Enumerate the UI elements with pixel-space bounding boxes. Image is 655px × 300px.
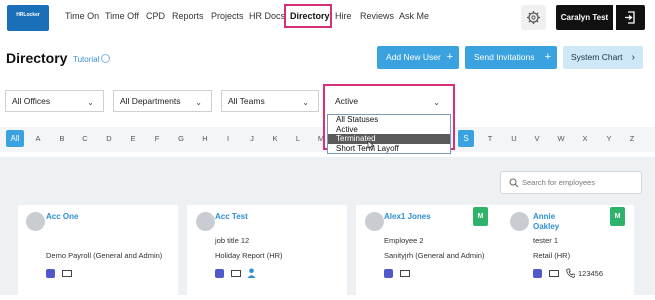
user-menu-button[interactable]: Caralyn Test	[556, 5, 613, 30]
search-placeholder: Search for employees	[522, 178, 595, 187]
chevron-down-icon: ⌄	[87, 98, 94, 107]
logout-button[interactable]	[616, 5, 645, 30]
employee-name[interactable]: Annie Oakley	[533, 212, 573, 232]
gear-icon	[527, 11, 540, 24]
letter-filter-w[interactable]: W	[555, 134, 567, 143]
letter-filter-i[interactable]: I	[222, 134, 234, 143]
manager-badge: M	[473, 207, 488, 226]
nav-time-on[interactable]: Time On	[65, 11, 99, 21]
letter-filter-all[interactable]: All	[6, 130, 24, 147]
top-nav: HRLocker Time On Time Off CPD Reports Pr…	[0, 0, 655, 36]
offices-select-value: All Offices	[12, 96, 51, 106]
status-option-active[interactable]: Active	[328, 125, 450, 135]
letter-filter-k[interactable]: K	[269, 134, 281, 143]
letter-filter-e[interactable]: E	[127, 134, 139, 143]
system-chart-button[interactable]: System Chart ›	[563, 46, 643, 69]
letter-filter-u[interactable]: U	[508, 134, 520, 143]
info-icon[interactable]	[101, 54, 110, 63]
add-new-user-button[interactable]: Add New User +	[377, 46, 459, 69]
letter-filter-d[interactable]: D	[103, 134, 115, 143]
employee-department: Demo Payroll (General and Admin)	[46, 251, 163, 260]
employee-name[interactable]: Alex1 Jones	[384, 212, 431, 221]
person-icon[interactable]	[247, 268, 256, 278]
mouse-cursor-icon	[367, 140, 375, 150]
nav-ask-me[interactable]: Ask Me	[399, 11, 429, 21]
letter-filter-c[interactable]: C	[79, 134, 91, 143]
teams-icon[interactable]	[533, 269, 542, 278]
add-new-user-label: Add New User	[386, 52, 441, 62]
status-option-short-term-layoff[interactable]: Short Term Layoff	[328, 144, 450, 154]
letter-filter-l[interactable]: L	[292, 134, 304, 143]
letter-filter-h[interactable]: H	[199, 134, 211, 143]
teams-icon[interactable]	[215, 269, 224, 278]
system-chart-label: System Chart	[571, 52, 623, 62]
nav-active-highlight	[284, 4, 332, 28]
send-invitations-button[interactable]: Send Invitations +	[465, 46, 557, 69]
manager-badge: M	[610, 207, 625, 226]
avatar	[196, 212, 215, 231]
nav-projects[interactable]: Projects	[211, 11, 244, 21]
nav-reviews[interactable]: Reviews	[360, 11, 394, 21]
letter-filter-t[interactable]: T	[484, 134, 496, 143]
nav-hr-docs[interactable]: HR Docs	[249, 11, 285, 21]
employee-card[interactable]: Acc Test job title 12 Holiday Report (HR…	[187, 205, 347, 300]
teams-select-value: All Teams	[228, 96, 265, 106]
status-option-all[interactable]: All Statuses	[328, 115, 450, 125]
mail-icon[interactable]	[400, 270, 410, 277]
nav-time-off[interactable]: Time Off	[105, 11, 139, 21]
employee-card[interactable]: Acc One Demo Payroll (General and Admin)	[18, 205, 178, 300]
letter-filter-x[interactable]: X	[579, 134, 591, 143]
letter-filter-a[interactable]: A	[32, 134, 44, 143]
settings-button[interactable]	[521, 5, 546, 30]
mail-icon[interactable]	[549, 270, 559, 277]
page-title: Directory	[6, 50, 68, 66]
letter-filter-y[interactable]: Y	[603, 134, 615, 143]
search-icon	[509, 178, 519, 188]
status-dropdown-list: All Statuses Active Terminated Short Ter…	[327, 114, 451, 154]
chevron-down-icon: ⌄	[302, 98, 309, 107]
letter-filter-z[interactable]: Z	[626, 134, 638, 143]
avatar	[26, 212, 45, 231]
nav-hire[interactable]: Hire	[335, 11, 352, 21]
letter-filter-f[interactable]: F	[151, 134, 163, 143]
offices-select[interactable]: All Offices ⌄	[5, 90, 104, 112]
employee-name[interactable]: Acc One	[46, 212, 78, 221]
hrlocker-logo[interactable]: HRLocker	[7, 5, 49, 31]
teams-icon[interactable]	[46, 269, 55, 278]
nav-reports[interactable]: Reports	[172, 11, 204, 21]
teams-select[interactable]: All Teams ⌄	[221, 90, 319, 112]
letter-filter-g[interactable]: G	[175, 134, 187, 143]
letter-filter-v[interactable]: V	[531, 134, 543, 143]
nav-cpd[interactable]: CPD	[146, 11, 165, 21]
plus-icon: +	[446, 51, 453, 63]
employee-department: Holiday Report (HR)	[215, 251, 283, 260]
avatar	[365, 212, 384, 231]
employee-job-title: job title 12	[215, 236, 250, 245]
departments-select-value: All Departments	[120, 96, 181, 106]
send-invitations-label: Send Invitations	[474, 52, 535, 62]
plus-icon: +	[544, 51, 551, 63]
employee-department: Sanityjrh (General and Admin)	[384, 251, 485, 260]
phone-icon[interactable]	[566, 268, 575, 278]
teams-icon[interactable]	[384, 269, 393, 278]
chevron-right-icon: ›	[631, 52, 635, 63]
employee-job-title: tester 1	[533, 236, 559, 245]
avatar	[510, 212, 529, 231]
letter-filter-b[interactable]: B	[56, 134, 68, 143]
employee-job-title: Employee 2	[384, 236, 424, 245]
employee-name[interactable]: Acc Test	[215, 212, 248, 221]
chevron-down-icon: ⌄	[195, 98, 202, 107]
departments-select[interactable]: All Departments ⌄	[113, 90, 212, 112]
employee-department: Retail (HR)	[533, 251, 571, 260]
mail-icon[interactable]	[62, 270, 72, 277]
letter-filter-j[interactable]: J	[246, 134, 258, 143]
employee-card[interactable]: Alex1 Jones M Employee 2 Sanityjrh (Gene…	[356, 205, 516, 300]
employee-phone: 123456	[578, 269, 604, 278]
mail-icon[interactable]	[231, 270, 241, 277]
tutorial-link[interactable]: Tutorial	[73, 55, 99, 64]
employee-card[interactable]: Annie Oakley M tester 1 Retail (HR) 1234…	[504, 205, 634, 300]
logout-icon	[625, 11, 635, 24]
status-option-terminated[interactable]: Terminated	[328, 134, 450, 144]
letter-filter-s[interactable]: S	[458, 130, 474, 147]
